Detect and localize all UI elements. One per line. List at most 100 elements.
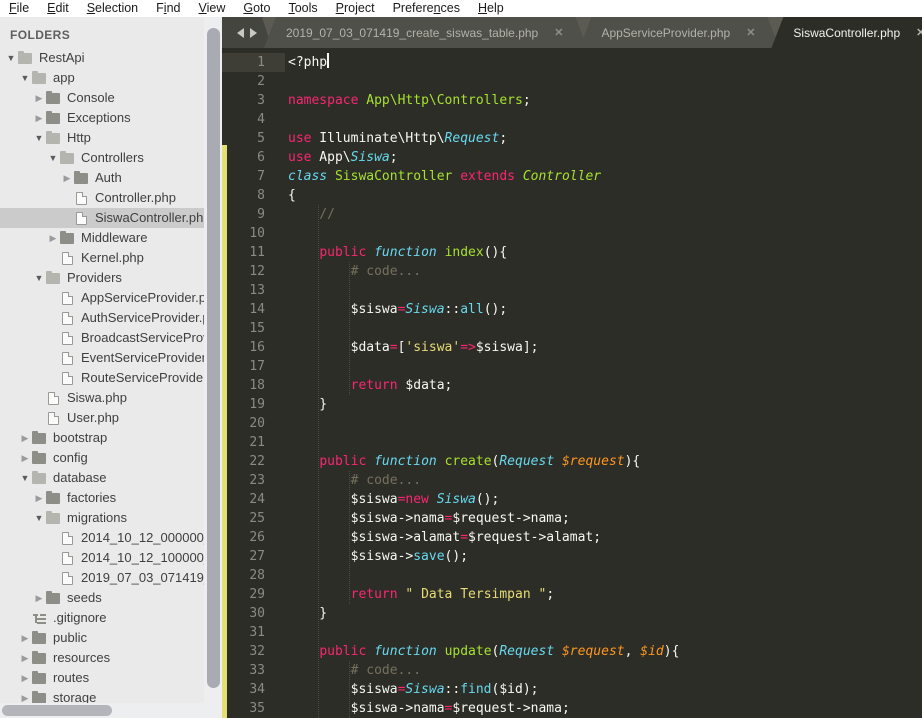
tab-siswacontroller-php[interactable]: SiswaController.php ✕ [771,17,922,48]
code-line[interactable]: 14 $siswa=Siswa::all(); [222,300,922,319]
code-line[interactable]: 23 # code... [222,471,922,490]
tree-collapse-icon[interactable]: ▼ [32,268,46,288]
code-line[interactable]: 15 [222,319,922,338]
code-line[interactable]: 24 $siswa=new Siswa(); [222,490,922,509]
sidebar-folder-controllers[interactable]: ▼ Controllers [0,148,204,168]
code-line[interactable]: 22 public function create(Request $reque… [222,452,922,471]
menu-item-goto[interactable]: Goto [234,0,279,17]
sidebar-horizontal-scrollbar-thumb[interactable] [2,705,112,716]
sidebar-file-siswa-php[interactable]: Siswa.php [0,388,204,408]
code-line[interactable]: 34 $siswa=Siswa::find($id); [222,680,922,699]
sidebar-file-siswacontroller-php[interactable]: SiswaController.php [0,208,204,228]
sidebar-horizontal-scrollbar-track[interactable] [0,703,204,718]
code-line[interactable]: 12 # code... [222,262,922,281]
sidebar-file-routeserviceprovider-php[interactable]: RouteServiceProvider.php [0,368,204,388]
code-line[interactable]: 17 [222,357,922,376]
sidebar-folder-factories[interactable]: ▶ factories [0,488,204,508]
tree-expand-icon[interactable]: ▶ [18,648,32,668]
code-line[interactable]: 18 return $data; [222,376,922,395]
tab-close-icon[interactable]: ✕ [916,26,922,39]
tree-expand-icon[interactable]: ▶ [18,668,32,688]
sidebar-folder-middleware[interactable]: ▶ Middleware [0,228,204,248]
tree-expand-icon[interactable]: ▶ [18,428,32,448]
sidebar-folder-providers[interactable]: ▼ Providers [0,268,204,288]
sidebar-file-2014-10-12-100000-cre[interactable]: 2014_10_12_100000_cre [0,548,204,568]
sidebar-folder-app[interactable]: ▼ app [0,68,204,88]
tree-collapse-icon[interactable]: ▼ [32,128,46,148]
menu-item-preferences[interactable]: Preferences [384,0,469,17]
sidebar-file-kernel-php[interactable]: Kernel.php [0,248,204,268]
tab-close-icon[interactable]: ✕ [746,26,755,39]
sidebar-file-controller-php[interactable]: Controller.php [0,188,204,208]
sidebar-file-user-php[interactable]: User.php [0,408,204,428]
code-line[interactable]: 32 public function update(Request $reque… [222,642,922,661]
sidebar-folder-auth[interactable]: ▶ Auth [0,168,204,188]
sidebar-folder-public[interactable]: ▶ public [0,628,204,648]
sidebar-file-appserviceprovider-php[interactable]: AppServiceProvider.php [0,288,204,308]
code-line[interactable]: 9 // [222,205,922,224]
tree-collapse-icon[interactable]: ▼ [18,68,32,88]
code-line[interactable]: 1 <?php [222,53,922,72]
code-line[interactable]: 21 [222,433,922,452]
tree-collapse-icon[interactable]: ▼ [32,508,46,528]
code-editor[interactable]: 1 <?php 2 3 namespace App\Http\Controllers; 4… [222,48,922,718]
sidebar-file-2014-10-12-000000-cre[interactable]: 2014_10_12_000000_cre [0,528,204,548]
sidebar-folder-routes[interactable]: ▶ routes [0,668,204,688]
code-line[interactable]: 5 use Illuminate\Http\Request; [222,129,922,148]
code-line[interactable]: 3 namespace App\Http\Controllers; [222,91,922,110]
code-line[interactable]: 11 public function index(){ [222,243,922,262]
code-line[interactable]: 27 $siswa->save(); [222,547,922,566]
code-line[interactable]: 8{ [222,186,922,205]
tree-expand-icon[interactable]: ▶ [32,88,46,108]
tree-expand-icon[interactable]: ▶ [60,168,74,188]
menu-item-find[interactable]: Find [147,0,189,17]
sidebar-file-broadcastserviceprovider-php[interactable]: BroadcastServiceProvider.php [0,328,204,348]
code-line[interactable]: 19 } [222,395,922,414]
menu-item-help[interactable]: Help [469,0,513,17]
tab-2019-07-03-071419-create-siswas-table-php[interactable]: 2019_07_03_071419_create_siswas_table.ph… [264,17,587,48]
sidebar-file--gitignore[interactable]: .gitignore [0,608,204,628]
tab-scroll-left-icon[interactable] [237,28,244,38]
tab-close-icon[interactable]: ✕ [554,26,563,39]
sidebar-folder-database[interactable]: ▼ database [0,468,204,488]
tab-scroll-right-icon[interactable] [250,28,257,38]
code-line[interactable]: 28 [222,566,922,585]
sidebar-file-eventserviceprovider-php[interactable]: EventServiceProvider.php [0,348,204,368]
sidebar-folder-http[interactable]: ▼ Http [0,128,204,148]
tree-expand-icon[interactable]: ▶ [46,228,60,248]
menu-item-tools[interactable]: Tools [279,0,326,17]
sidebar-vertical-scrollbar-thumb[interactable] [207,28,220,688]
tab-appserviceprovider-php[interactable]: AppServiceProvider.php ✕ [579,17,779,48]
tree-collapse-icon[interactable]: ▼ [46,148,60,168]
code-line[interactable]: 30 } [222,604,922,623]
code-line[interactable]: 2 [222,72,922,91]
code-line[interactable]: 31 [222,623,922,642]
code-line[interactable]: 29 return " Data Tersimpan "; [222,585,922,604]
code-line[interactable]: 7 class SiswaController extends Controlle… [222,167,922,186]
code-line[interactable]: 25 $siswa->nama=$request->nama; [222,509,922,528]
sidebar-file-authserviceprovider-php[interactable]: AuthServiceProvider.php [0,308,204,328]
menu-item-view[interactable]: View [189,0,234,17]
tree-collapse-icon[interactable]: ▼ [4,48,18,68]
code-line[interactable]: 10 [222,224,922,243]
sidebar-folder-console[interactable]: ▶ Console [0,88,204,108]
tree-expand-icon[interactable]: ▶ [32,488,46,508]
sidebar-folder-config[interactable]: ▶ config [0,448,204,468]
sidebar-folder-resources[interactable]: ▶ resources [0,648,204,668]
code-line[interactable]: 33 # code... [222,661,922,680]
tree-expand-icon[interactable]: ▶ [32,108,46,128]
code-line[interactable]: 6 use App\Siswa; [222,148,922,167]
menu-item-project[interactable]: Project [327,0,384,17]
code-line[interactable]: 4 [222,110,922,129]
code-line[interactable]: 16 $data=['siswa'=>$siswa]; [222,338,922,357]
menu-item-file[interactable]: File [0,0,38,17]
menu-item-selection[interactable]: Selection [78,0,147,17]
sidebar-file-2019-07-03-071419-cre[interactable]: 2019_07_03_071419_cre [0,568,204,588]
menu-item-edit[interactable]: Edit [38,0,78,17]
sidebar-folder-seeds[interactable]: ▶ seeds [0,588,204,608]
code-line[interactable]: 26 $siswa->alamat=$request->alamat; [222,528,922,547]
tree-collapse-icon[interactable]: ▼ [18,468,32,488]
sidebar-folder-restapi[interactable]: ▼ RestApi [0,48,204,68]
tree-expand-icon[interactable]: ▶ [18,448,32,468]
sidebar-folder-exceptions[interactable]: ▶ Exceptions [0,108,204,128]
